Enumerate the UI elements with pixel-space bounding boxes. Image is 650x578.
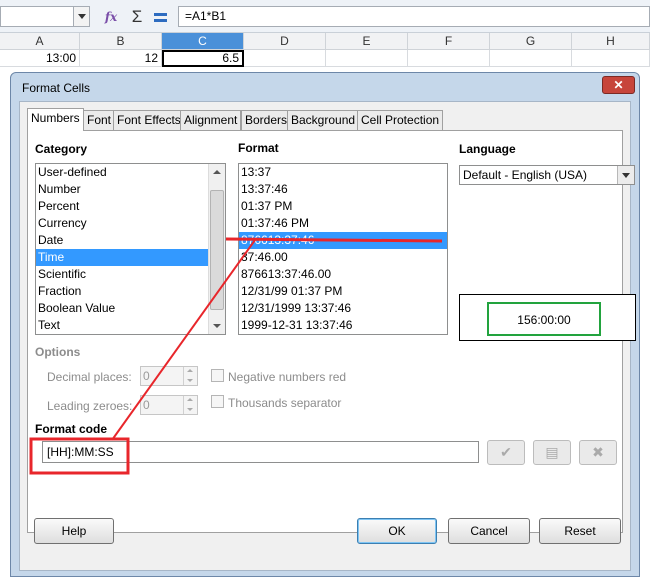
cell-b1[interactable]: 12 bbox=[80, 50, 162, 67]
leading-zeroes-value: 0 bbox=[143, 398, 150, 412]
ok-button[interactable]: OK bbox=[357, 518, 437, 544]
column-header-h[interactable]: H bbox=[572, 33, 650, 50]
category-item-fraction[interactable]: Fraction bbox=[36, 283, 225, 300]
format-item[interactable]: 12/31/1999 13:37:46 bbox=[239, 300, 447, 317]
thousands-separator-checkbox[interactable] bbox=[211, 395, 224, 408]
decimal-places-label: Decimal places: bbox=[47, 370, 132, 384]
format-item[interactable]: 13:37 bbox=[239, 164, 447, 181]
chevron-down-icon[interactable] bbox=[617, 166, 634, 184]
reset-button[interactable]: Reset bbox=[539, 518, 621, 544]
format-item[interactable]: 01:37:46 PM bbox=[239, 215, 447, 232]
cell-f1[interactable] bbox=[408, 50, 490, 67]
increment-icon[interactable] bbox=[183, 367, 197, 376]
cell-a1[interactable]: 13:00 bbox=[0, 50, 80, 67]
numbers-tab-panel: Category Format Language User-defined Nu… bbox=[27, 130, 636, 533]
category-item-percent[interactable]: Percent bbox=[36, 198, 225, 215]
language-value: Default - English (USA) bbox=[463, 168, 588, 182]
column-header-e[interactable]: E bbox=[326, 33, 408, 50]
sum-icon[interactable]: Σ bbox=[127, 7, 147, 27]
tab-borders[interactable]: Borders bbox=[241, 110, 292, 130]
negative-red-label: Negative numbers red bbox=[228, 370, 347, 384]
column-header-b[interactable]: B bbox=[80, 33, 162, 50]
category-item-date[interactable]: Date bbox=[36, 232, 225, 249]
category-item-text[interactable]: Text bbox=[36, 317, 225, 334]
category-item-user-defined[interactable]: User-defined bbox=[36, 164, 225, 181]
comment-icon[interactable]: ▤ bbox=[533, 440, 571, 465]
column-header-f[interactable]: F bbox=[408, 33, 490, 50]
tab-font[interactable]: Font bbox=[83, 110, 116, 130]
cell-c1[interactable]: 6.5 bbox=[162, 50, 244, 67]
category-heading: Category bbox=[35, 142, 88, 156]
preview-value: 156:00:00 bbox=[517, 313, 571, 327]
leading-zeroes-label: Leading zeroes: bbox=[47, 399, 133, 413]
decimal-places-stepper[interactable]: 0 bbox=[140, 366, 198, 386]
language-select[interactable]: Default - English (USA) bbox=[459, 165, 635, 185]
tab-cell-protection[interactable]: Cell Protection bbox=[357, 110, 444, 130]
format-item[interactable]: 37:46.00 bbox=[239, 249, 447, 266]
dialog-title: Format Cells bbox=[22, 81, 91, 95]
options-heading: Options bbox=[35, 345, 81, 359]
category-item-scientific[interactable]: Scientific bbox=[36, 266, 225, 283]
formula-toolbar: fx Σ =A1*B1 bbox=[0, 0, 650, 33]
format-item[interactable]: 876613:37:46.00 bbox=[239, 266, 447, 283]
formula-input[interactable]: =A1*B1 bbox=[178, 6, 650, 27]
format-item[interactable]: 01:37 PM bbox=[239, 198, 447, 215]
close-icon[interactable]: ✕ bbox=[602, 76, 635, 94]
delete-icon[interactable]: ✖ bbox=[579, 440, 617, 465]
cell-e1[interactable] bbox=[326, 50, 408, 67]
format-code-input[interactable]: [HH]:MM:SS bbox=[42, 441, 479, 463]
decrement-icon[interactable] bbox=[183, 376, 197, 385]
format-item[interactable]: 12/31/99 01:37 PM bbox=[239, 283, 447, 300]
tab-background[interactable]: Background bbox=[287, 110, 360, 130]
thousands-separator-label: Thousands separator bbox=[228, 396, 342, 410]
scrollbar-thumb[interactable] bbox=[210, 190, 224, 310]
format-code-heading: Format code bbox=[35, 422, 108, 436]
cell-d1[interactable] bbox=[244, 50, 326, 67]
cell-g1[interactable] bbox=[490, 50, 572, 67]
category-item-boolean-value[interactable]: Boolean Value bbox=[36, 300, 225, 317]
decrement-icon[interactable] bbox=[183, 405, 197, 414]
check-icon[interactable]: ✔ bbox=[487, 440, 525, 465]
help-button[interactable]: Help bbox=[34, 518, 114, 544]
function-wizard-icon[interactable]: fx bbox=[101, 7, 121, 27]
decimal-places-value: 0 bbox=[143, 369, 150, 383]
dialog-body: Numbers Font Font Effects Alignment Bord… bbox=[19, 101, 636, 571]
column-header-g[interactable]: G bbox=[490, 33, 572, 50]
tab-numbers[interactable]: Numbers bbox=[27, 108, 84, 131]
negative-red-checkbox[interactable] bbox=[211, 369, 224, 382]
column-header-a[interactable]: A bbox=[0, 33, 80, 50]
language-heading: Language bbox=[459, 142, 516, 156]
format-heading: Format bbox=[238, 141, 279, 155]
leading-zeroes-stepper[interactable]: 0 bbox=[140, 395, 198, 415]
column-header-c[interactable]: C bbox=[162, 33, 244, 50]
format-list[interactable]: 13:37 13:37:46 01:37 PM 01:37:46 PM 8766… bbox=[238, 163, 448, 335]
formula-icon[interactable] bbox=[151, 7, 171, 27]
format-cells-dialog: Format Cells ✕ Numbers Font Font Effects… bbox=[10, 72, 640, 577]
cancel-button[interactable]: Cancel bbox=[448, 518, 530, 544]
scroll-up-icon[interactable] bbox=[209, 164, 225, 180]
category-item-time[interactable]: Time bbox=[36, 249, 208, 266]
scroll-down-icon[interactable] bbox=[209, 318, 225, 334]
format-item-selected[interactable]: 876613:37:46 bbox=[239, 232, 447, 249]
name-box[interactable] bbox=[0, 6, 90, 27]
format-item[interactable]: 13:37:46 bbox=[239, 181, 447, 198]
tab-alignment[interactable]: Alignment bbox=[180, 110, 242, 130]
increment-icon[interactable] bbox=[183, 396, 197, 405]
format-item[interactable]: 1999-12-31 13:37:46 bbox=[239, 317, 447, 334]
category-list[interactable]: User-defined Number Percent Currency Dat… bbox=[35, 163, 226, 335]
tab-font-effects[interactable]: Font Effects bbox=[113, 110, 185, 130]
category-scrollbar[interactable] bbox=[208, 164, 225, 334]
chevron-down-icon[interactable] bbox=[73, 7, 89, 26]
category-item-currency[interactable]: Currency bbox=[36, 215, 225, 232]
category-item-number[interactable]: Number bbox=[36, 181, 225, 198]
column-header-d[interactable]: D bbox=[244, 33, 326, 50]
cell-h1[interactable] bbox=[572, 50, 650, 67]
